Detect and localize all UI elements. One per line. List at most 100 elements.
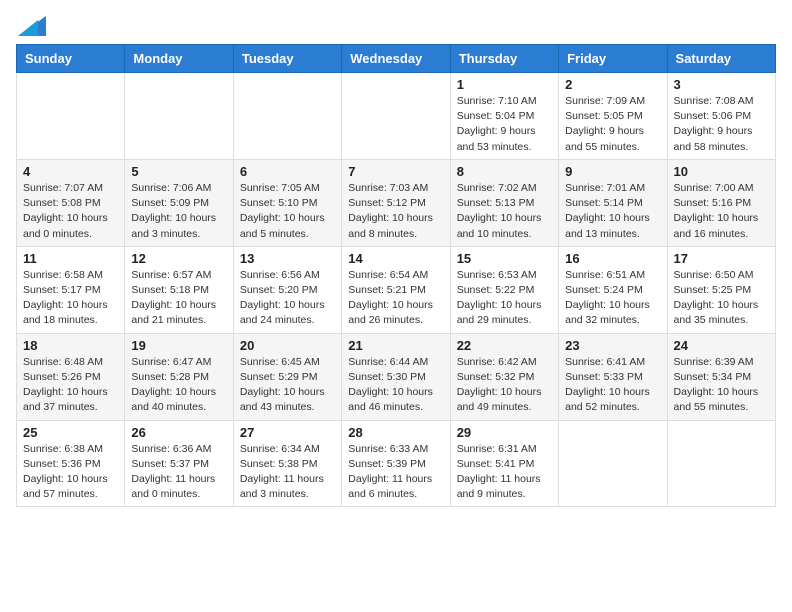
day-info: Sunrise: 6:45 AMSunset: 5:29 PMDaylight:…	[240, 355, 335, 416]
day-number: 5	[131, 164, 226, 179]
calendar-cell: 28 Sunrise: 6:33 AMSunset: 5:39 PMDayligh…	[342, 420, 450, 507]
calendar-cell: 5 Sunrise: 7:06 AMSunset: 5:09 PMDaylight…	[125, 159, 233, 246]
calendar-week-3: 11 Sunrise: 6:58 AMSunset: 5:17 PMDayligh…	[17, 246, 776, 333]
day-number: 21	[348, 338, 443, 353]
calendar-cell: 7 Sunrise: 7:03 AMSunset: 5:12 PMDaylight…	[342, 159, 450, 246]
calendar-cell: 23 Sunrise: 6:41 AMSunset: 5:33 PMDayligh…	[559, 333, 667, 420]
calendar-cell: 14 Sunrise: 6:54 AMSunset: 5:21 PMDayligh…	[342, 246, 450, 333]
column-header-saturday: Saturday	[667, 45, 775, 73]
day-info: Sunrise: 6:54 AMSunset: 5:21 PMDaylight:…	[348, 268, 443, 329]
column-header-tuesday: Tuesday	[233, 45, 341, 73]
day-info: Sunrise: 6:36 AMSunset: 5:37 PMDaylight:…	[131, 442, 226, 503]
day-info: Sunrise: 6:51 AMSunset: 5:24 PMDaylight:…	[565, 268, 660, 329]
logo	[16, 16, 46, 32]
page-header	[16, 16, 776, 32]
calendar-cell: 4 Sunrise: 7:07 AMSunset: 5:08 PMDaylight…	[17, 159, 125, 246]
day-info: Sunrise: 6:31 AMSunset: 5:41 PMDaylight:…	[457, 442, 552, 503]
day-number: 19	[131, 338, 226, 353]
day-info: Sunrise: 6:48 AMSunset: 5:26 PMDaylight:…	[23, 355, 118, 416]
day-number: 29	[457, 425, 552, 440]
day-info: Sunrise: 7:03 AMSunset: 5:12 PMDaylight:…	[348, 181, 443, 242]
calendar-cell: 26 Sunrise: 6:36 AMSunset: 5:37 PMDayligh…	[125, 420, 233, 507]
calendar-week-5: 25 Sunrise: 6:38 AMSunset: 5:36 PMDayligh…	[17, 420, 776, 507]
calendar-cell: 20 Sunrise: 6:45 AMSunset: 5:29 PMDayligh…	[233, 333, 341, 420]
day-number: 3	[674, 77, 769, 92]
calendar-cell: 9 Sunrise: 7:01 AMSunset: 5:14 PMDaylight…	[559, 159, 667, 246]
day-info: Sunrise: 6:50 AMSunset: 5:25 PMDaylight:…	[674, 268, 769, 329]
day-number: 14	[348, 251, 443, 266]
day-info: Sunrise: 6:53 AMSunset: 5:22 PMDaylight:…	[457, 268, 552, 329]
column-header-sunday: Sunday	[17, 45, 125, 73]
day-info: Sunrise: 6:57 AMSunset: 5:18 PMDaylight:…	[131, 268, 226, 329]
day-number: 26	[131, 425, 226, 440]
calendar-table: SundayMondayTuesdayWednesdayThursdayFrid…	[16, 44, 776, 507]
day-number: 6	[240, 164, 335, 179]
day-info: Sunrise: 7:06 AMSunset: 5:09 PMDaylight:…	[131, 181, 226, 242]
day-number: 11	[23, 251, 118, 266]
day-info: Sunrise: 7:00 AMSunset: 5:16 PMDaylight:…	[674, 181, 769, 242]
calendar-cell: 15 Sunrise: 6:53 AMSunset: 5:22 PMDayligh…	[450, 246, 558, 333]
logo-icon	[18, 16, 46, 36]
day-info: Sunrise: 6:47 AMSunset: 5:28 PMDaylight:…	[131, 355, 226, 416]
day-number: 12	[131, 251, 226, 266]
calendar-cell: 11 Sunrise: 6:58 AMSunset: 5:17 PMDayligh…	[17, 246, 125, 333]
day-info: Sunrise: 7:05 AMSunset: 5:10 PMDaylight:…	[240, 181, 335, 242]
day-info: Sunrise: 6:41 AMSunset: 5:33 PMDaylight:…	[565, 355, 660, 416]
calendar-cell: 17 Sunrise: 6:50 AMSunset: 5:25 PMDayligh…	[667, 246, 775, 333]
day-info: Sunrise: 7:10 AMSunset: 5:04 PMDaylight:…	[457, 94, 552, 155]
calendar-cell: 22Sunrise: 6:42 AMSunset: 5:32 PMDayligh…	[450, 333, 558, 420]
day-info: Sunrise: 7:08 AMSunset: 5:06 PMDaylight:…	[674, 94, 769, 155]
day-number: 4	[23, 164, 118, 179]
day-info: Sunrise: 6:34 AMSunset: 5:38 PMDaylight:…	[240, 442, 335, 503]
day-info: Sunrise: 6:38 AMSunset: 5:36 PMDaylight:…	[23, 442, 118, 503]
calendar-cell: 21 Sunrise: 6:44 AMSunset: 5:30 PMDayligh…	[342, 333, 450, 420]
calendar-cell	[233, 73, 341, 160]
calendar-header-row: SundayMondayTuesdayWednesdayThursdayFrid…	[17, 45, 776, 73]
day-info: Sunrise: 6:56 AMSunset: 5:20 PMDaylight:…	[240, 268, 335, 329]
day-number: 18	[23, 338, 118, 353]
day-number: 25	[23, 425, 118, 440]
calendar-week-2: 4 Sunrise: 7:07 AMSunset: 5:08 PMDaylight…	[17, 159, 776, 246]
calendar-cell: 1 Sunrise: 7:10 AMSunset: 5:04 PMDaylight…	[450, 73, 558, 160]
day-number: 17	[674, 251, 769, 266]
calendar-cell: 3 Sunrise: 7:08 AMSunset: 5:06 PMDaylight…	[667, 73, 775, 160]
day-info: Sunrise: 7:07 AMSunset: 5:08 PMDaylight:…	[23, 181, 118, 242]
day-info: Sunrise: 6:42 AMSunset: 5:32 PMDaylight:…	[457, 355, 552, 416]
day-number: 13	[240, 251, 335, 266]
calendar-cell: 25 Sunrise: 6:38 AMSunset: 5:36 PMDayligh…	[17, 420, 125, 507]
day-number: 23	[565, 338, 660, 353]
calendar-cell: 6 Sunrise: 7:05 AMSunset: 5:10 PMDaylight…	[233, 159, 341, 246]
calendar-cell: 13 Sunrise: 6:56 AMSunset: 5:20 PMDayligh…	[233, 246, 341, 333]
day-number: 2	[565, 77, 660, 92]
calendar-cell	[342, 73, 450, 160]
day-number: 15	[457, 251, 552, 266]
calendar-cell: 12 Sunrise: 6:57 AMSunset: 5:18 PMDayligh…	[125, 246, 233, 333]
calendar-cell	[559, 420, 667, 507]
day-info: Sunrise: 6:33 AMSunset: 5:39 PMDaylight:…	[348, 442, 443, 503]
calendar-cell: 29 Sunrise: 6:31 AMSunset: 5:41 PMDayligh…	[450, 420, 558, 507]
day-number: 28	[348, 425, 443, 440]
calendar-cell: 2 Sunrise: 7:09 AMSunset: 5:05 PMDaylight…	[559, 73, 667, 160]
calendar-week-4: 18 Sunrise: 6:48 AMSunset: 5:26 PMDayligh…	[17, 333, 776, 420]
calendar-cell	[667, 420, 775, 507]
column-header-wednesday: Wednesday	[342, 45, 450, 73]
day-info: Sunrise: 7:09 AMSunset: 5:05 PMDaylight:…	[565, 94, 660, 155]
day-info: Sunrise: 6:58 AMSunset: 5:17 PMDaylight:…	[23, 268, 118, 329]
day-number: 9	[565, 164, 660, 179]
calendar-cell: 10 Sunrise: 7:00 AMSunset: 5:16 PMDayligh…	[667, 159, 775, 246]
calendar-cell: 27 Sunrise: 6:34 AMSunset: 5:38 PMDayligh…	[233, 420, 341, 507]
column-header-friday: Friday	[559, 45, 667, 73]
calendar-cell: 18 Sunrise: 6:48 AMSunset: 5:26 PMDayligh…	[17, 333, 125, 420]
day-number: 10	[674, 164, 769, 179]
day-info: Sunrise: 6:44 AMSunset: 5:30 PMDaylight:…	[348, 355, 443, 416]
day-number: 27	[240, 425, 335, 440]
day-info: Sunrise: 7:01 AMSunset: 5:14 PMDaylight:…	[565, 181, 660, 242]
day-number: 7	[348, 164, 443, 179]
day-number: 20	[240, 338, 335, 353]
day-number: 24	[674, 338, 769, 353]
day-number: 8	[457, 164, 552, 179]
calendar-cell: 8Sunrise: 7:02 AMSunset: 5:13 PMDaylight…	[450, 159, 558, 246]
day-info: Sunrise: 6:39 AMSunset: 5:34 PMDaylight:…	[674, 355, 769, 416]
calendar-cell: 16Sunrise: 6:51 AMSunset: 5:24 PMDayligh…	[559, 246, 667, 333]
day-number: 1	[457, 77, 552, 92]
